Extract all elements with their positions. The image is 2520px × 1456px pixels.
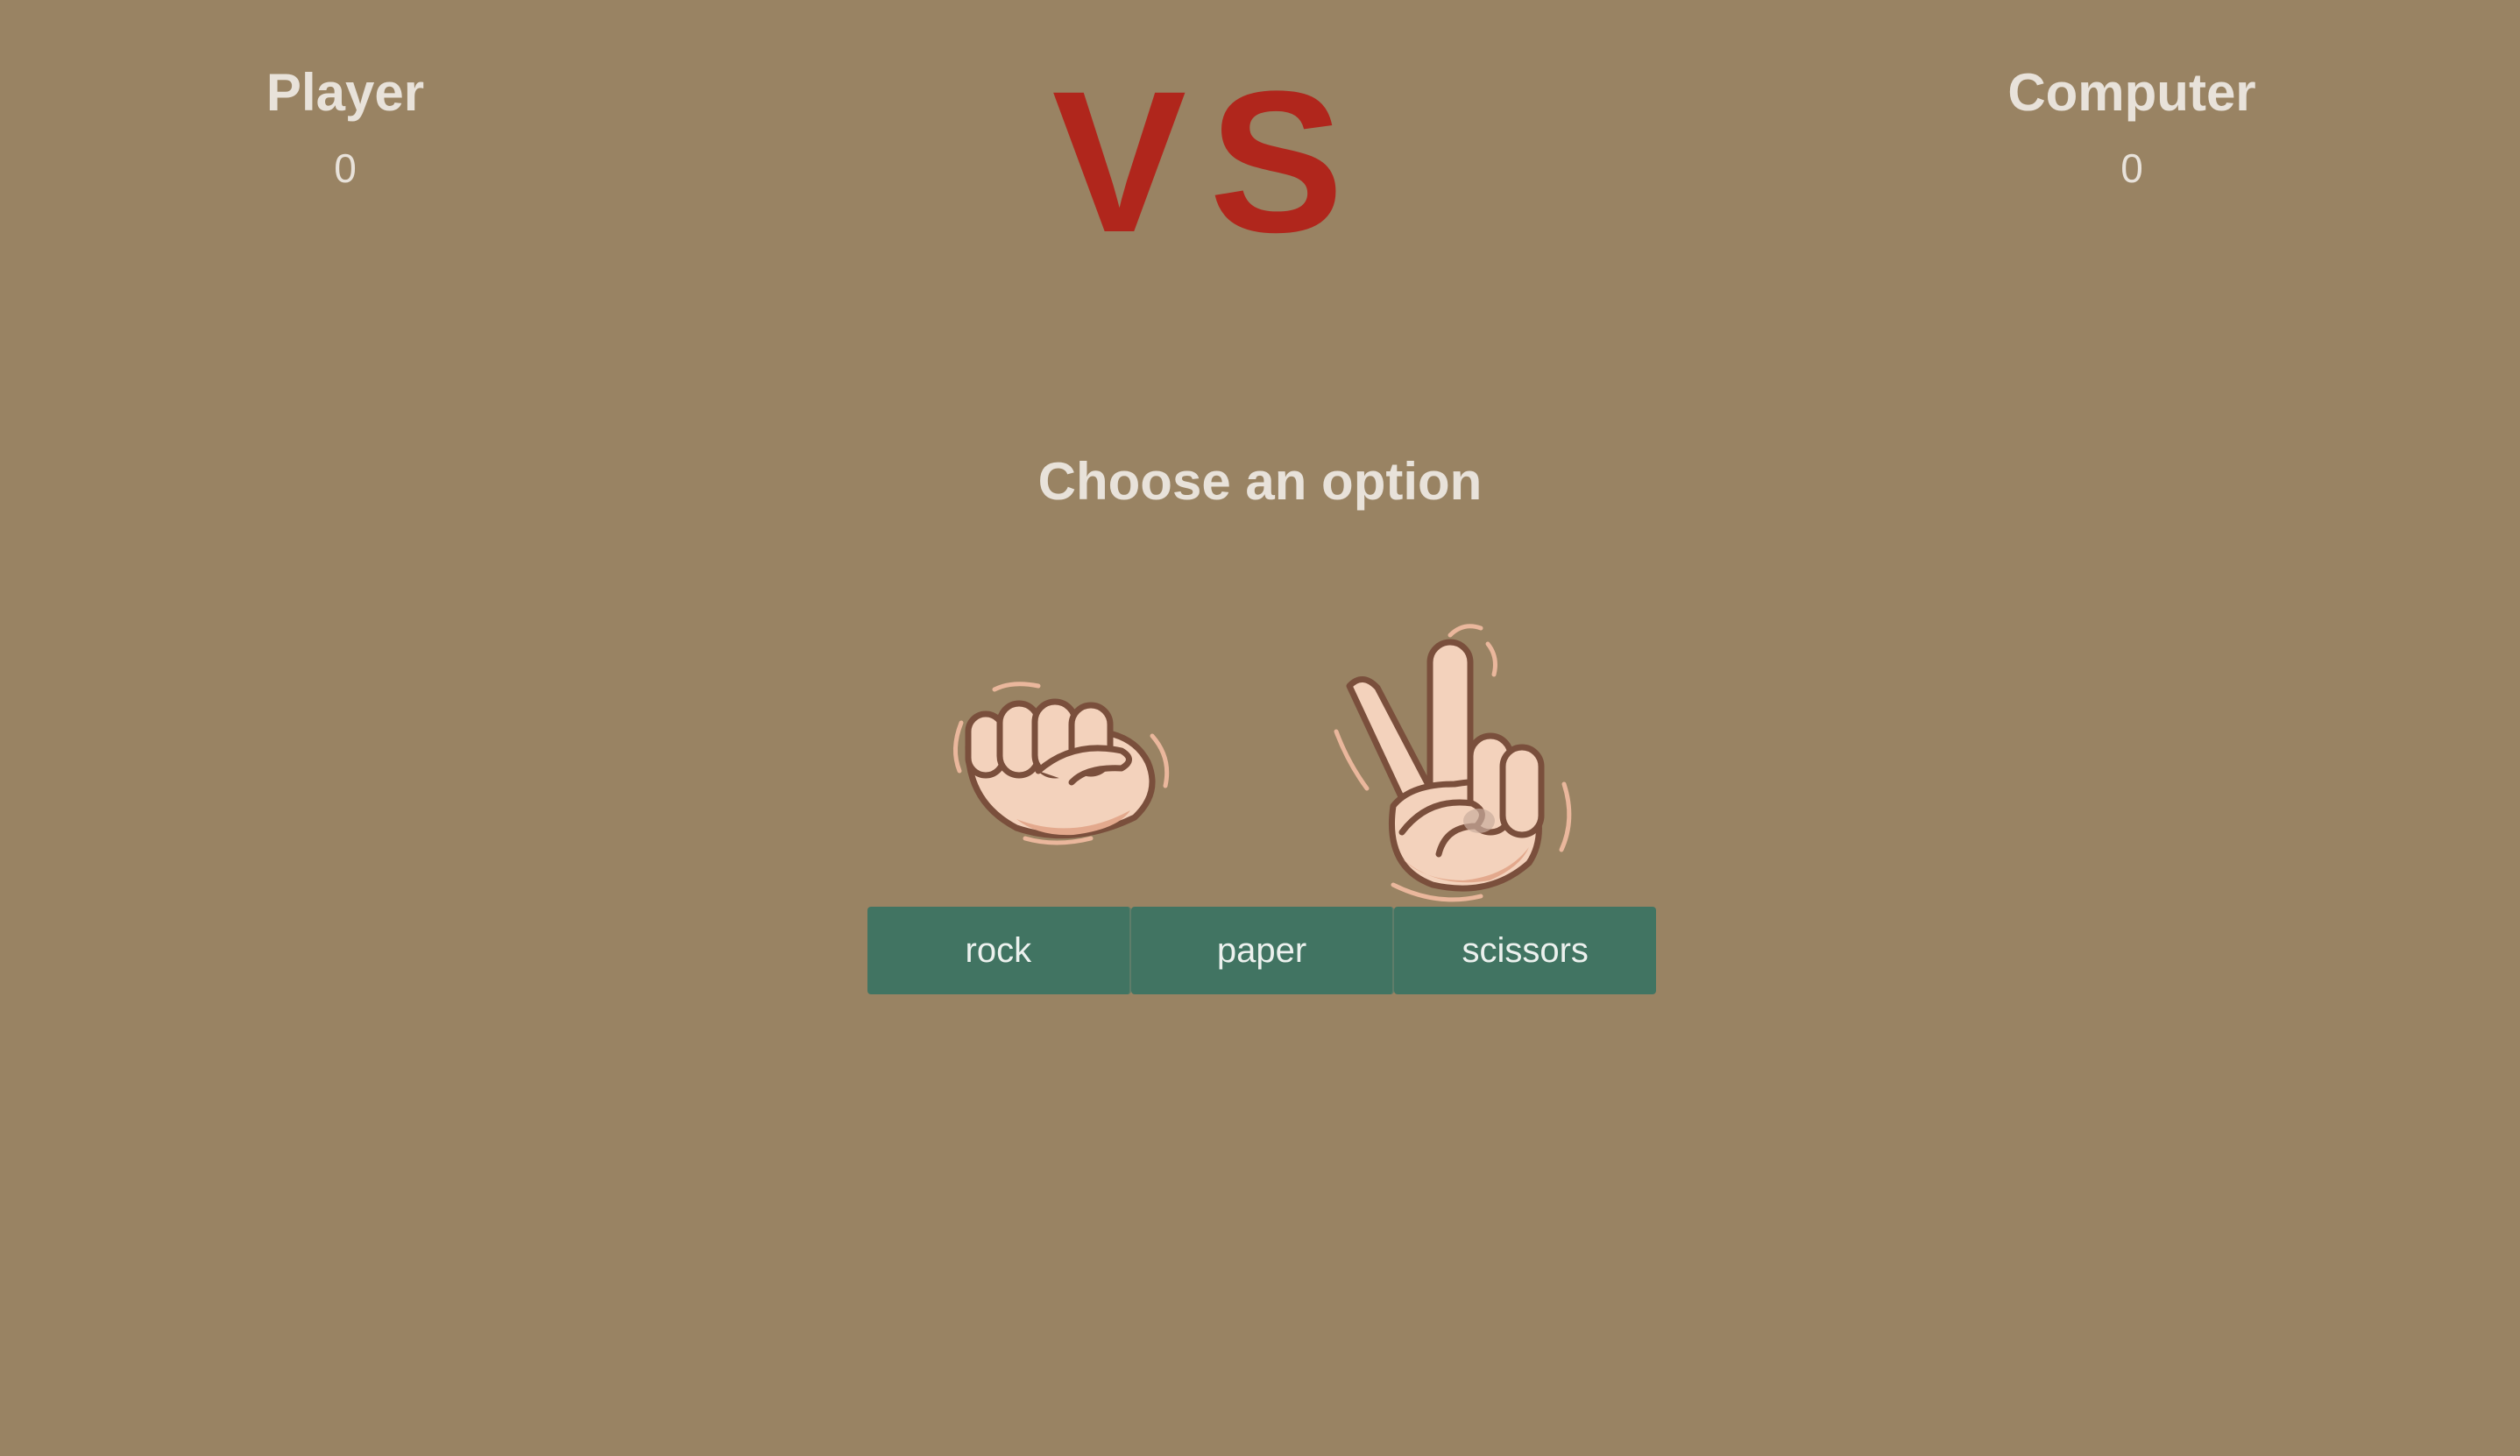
vs-label: VS	[1051, 49, 1367, 274]
option-buttons: rock paper scissors	[867, 907, 1657, 994]
choose-prompt: Choose an option	[1037, 452, 1483, 511]
victory-hand-icon	[1332, 618, 1586, 911]
computer-name: Computer	[2007, 63, 2256, 122]
computer-score-panel: Computer 0	[1957, 61, 2307, 194]
player-score: 0	[334, 145, 357, 191]
player-score-panel: Player 0	[170, 61, 520, 194]
player-name: Player	[265, 63, 425, 122]
fist-hand-icon	[942, 679, 1179, 854]
rock-button[interactable]: rock	[867, 907, 1131, 994]
scissors-button[interactable]: scissors	[1394, 907, 1657, 994]
paper-button[interactable]: paper	[1130, 907, 1395, 994]
computer-score: 0	[2120, 145, 2143, 191]
